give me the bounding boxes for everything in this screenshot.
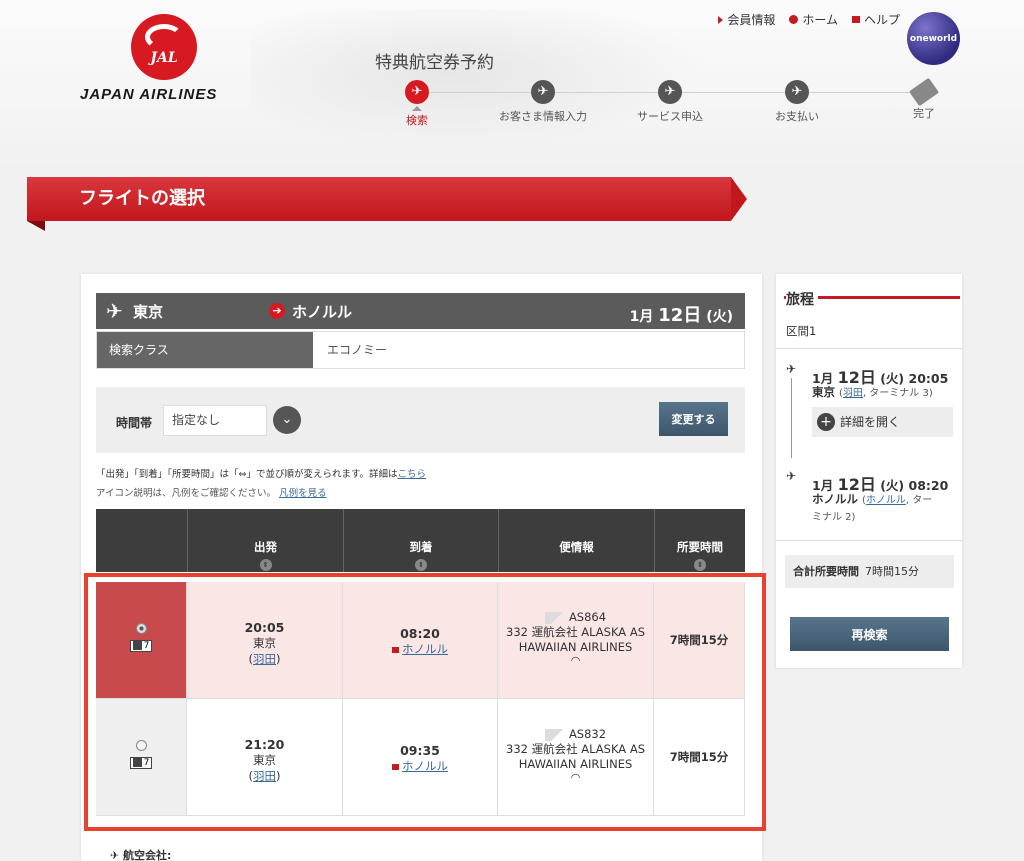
banner-fold: [27, 221, 45, 231]
sidebar-arrival-place: ホノルル (ホノルル, ター: [812, 492, 933, 506]
total-duration: 合計所要時間 7時間15分: [785, 555, 954, 588]
search-class-label: 検索クラス: [97, 332, 313, 368]
route-bar: ✈ 東京 ➔ ホノルル 1月 12日 (火): [96, 293, 745, 329]
sort-note: 「出発」「到着」「所要時間」は「⇔」で並び順が変えられます。詳細はこちら: [96, 469, 427, 480]
page-title: 特典航空券予約: [375, 53, 494, 73]
member-info-link[interactable]: 会員情報: [718, 11, 775, 28]
banner-tip: [731, 177, 747, 221]
plane-icon: ✈: [531, 80, 555, 104]
sidebar-departure-airport-link[interactable]: 羽田: [843, 388, 863, 399]
plane-icon: ✈: [106, 299, 123, 323]
segment-label: 区間1: [786, 324, 817, 338]
circle-icon: [789, 15, 799, 24]
window-icon: [851, 16, 860, 23]
details-link[interactable]: こちら: [398, 469, 427, 480]
sidebar-arrival-terminal: ミナル 2): [812, 512, 856, 523]
sidebar-departure-place: 東京 (羽田, ターミナル 3): [812, 385, 933, 399]
home-link[interactable]: ホーム: [789, 11, 838, 28]
change-button[interactable]: 変更する: [659, 402, 728, 436]
plane-icon: ✈: [785, 80, 809, 104]
divider: [776, 348, 962, 349]
step-complete: 完了: [864, 77, 984, 121]
sort-icon[interactable]: ⇕: [694, 559, 706, 571]
triangle-icon: [718, 15, 724, 24]
research-button[interactable]: 再検索: [790, 617, 949, 651]
search-class-value: エコノミー: [327, 343, 388, 357]
airline-label: ✈ 航空会社:: [110, 849, 172, 861]
jal-logo-icon[interactable]: JAL: [131, 14, 197, 80]
time-select[interactable]: 指定なし: [163, 405, 267, 436]
open-details-button[interactable]: + 詳細を開く: [812, 407, 953, 437]
step-payment: ✈ お支払い: [737, 80, 857, 124]
sort-icon[interactable]: ⇕: [259, 559, 272, 571]
search-class-row: 検索クラス エコノミー: [96, 331, 745, 369]
itinerary-title: 旅程: [786, 289, 818, 309]
step-service: ✈ サービス申込: [610, 80, 730, 124]
route-to: ホノルル: [292, 303, 353, 321]
logo-text: JAL: [150, 50, 178, 66]
step-customer-info: ✈ お客さま情報入力: [483, 80, 603, 124]
legend-link[interactable]: 凡例を見る: [279, 488, 327, 499]
legend-note: アイコン説明は、凡例をご確認ください。 凡例を見る: [96, 488, 327, 499]
header-flight-info: 便情報: [498, 509, 654, 572]
route-from: 東京: [133, 303, 164, 321]
plus-icon: +: [817, 413, 835, 431]
brand-name: JAPAN AIRLINES: [80, 86, 218, 103]
sidebar-arrival-airport-link[interactable]: ホノルル: [866, 495, 906, 506]
takeoff-icon: ✈: [786, 362, 797, 376]
sort-icon[interactable]: ⇕: [415, 559, 427, 571]
crane-icon: [145, 24, 183, 50]
time-filter: 時間帯 指定なし ⌄ 変更する: [96, 387, 745, 453]
table-header: 出発 ⇕ 到着 ⇕ 便情報 所要時間 ⇕: [96, 509, 745, 572]
landing-icon: ✈: [786, 469, 797, 483]
route-date: 1月 12日 (火): [629, 305, 733, 326]
plane-icon: ✈: [405, 80, 429, 104]
top-links: 会員情報 ホーム ヘルプ: [718, 11, 900, 28]
header-duration[interactable]: 所要時間 ⇕: [654, 509, 745, 572]
plane-icon: ✈: [658, 80, 682, 104]
arrow-right-icon: ➔: [269, 303, 285, 319]
chevron-down-icon[interactable]: ⌄: [273, 406, 301, 434]
time-filter-label: 時間帯: [116, 416, 153, 430]
section-banner: フライトの選択: [27, 177, 731, 221]
header-arrival[interactable]: 到着 ⇕: [343, 509, 498, 572]
timeline-line: [791, 378, 792, 458]
divider: [776, 540, 962, 541]
header-departure[interactable]: 出発 ⇕: [187, 509, 343, 572]
ticket-icon: [909, 77, 939, 107]
help-link[interactable]: ヘルプ: [851, 11, 900, 28]
step-search: ✈ 検索: [357, 80, 477, 128]
oneworld-logo[interactable]: oneworld: [907, 12, 960, 65]
highlight-box: [84, 573, 766, 831]
caret-up-icon: [412, 106, 422, 111]
